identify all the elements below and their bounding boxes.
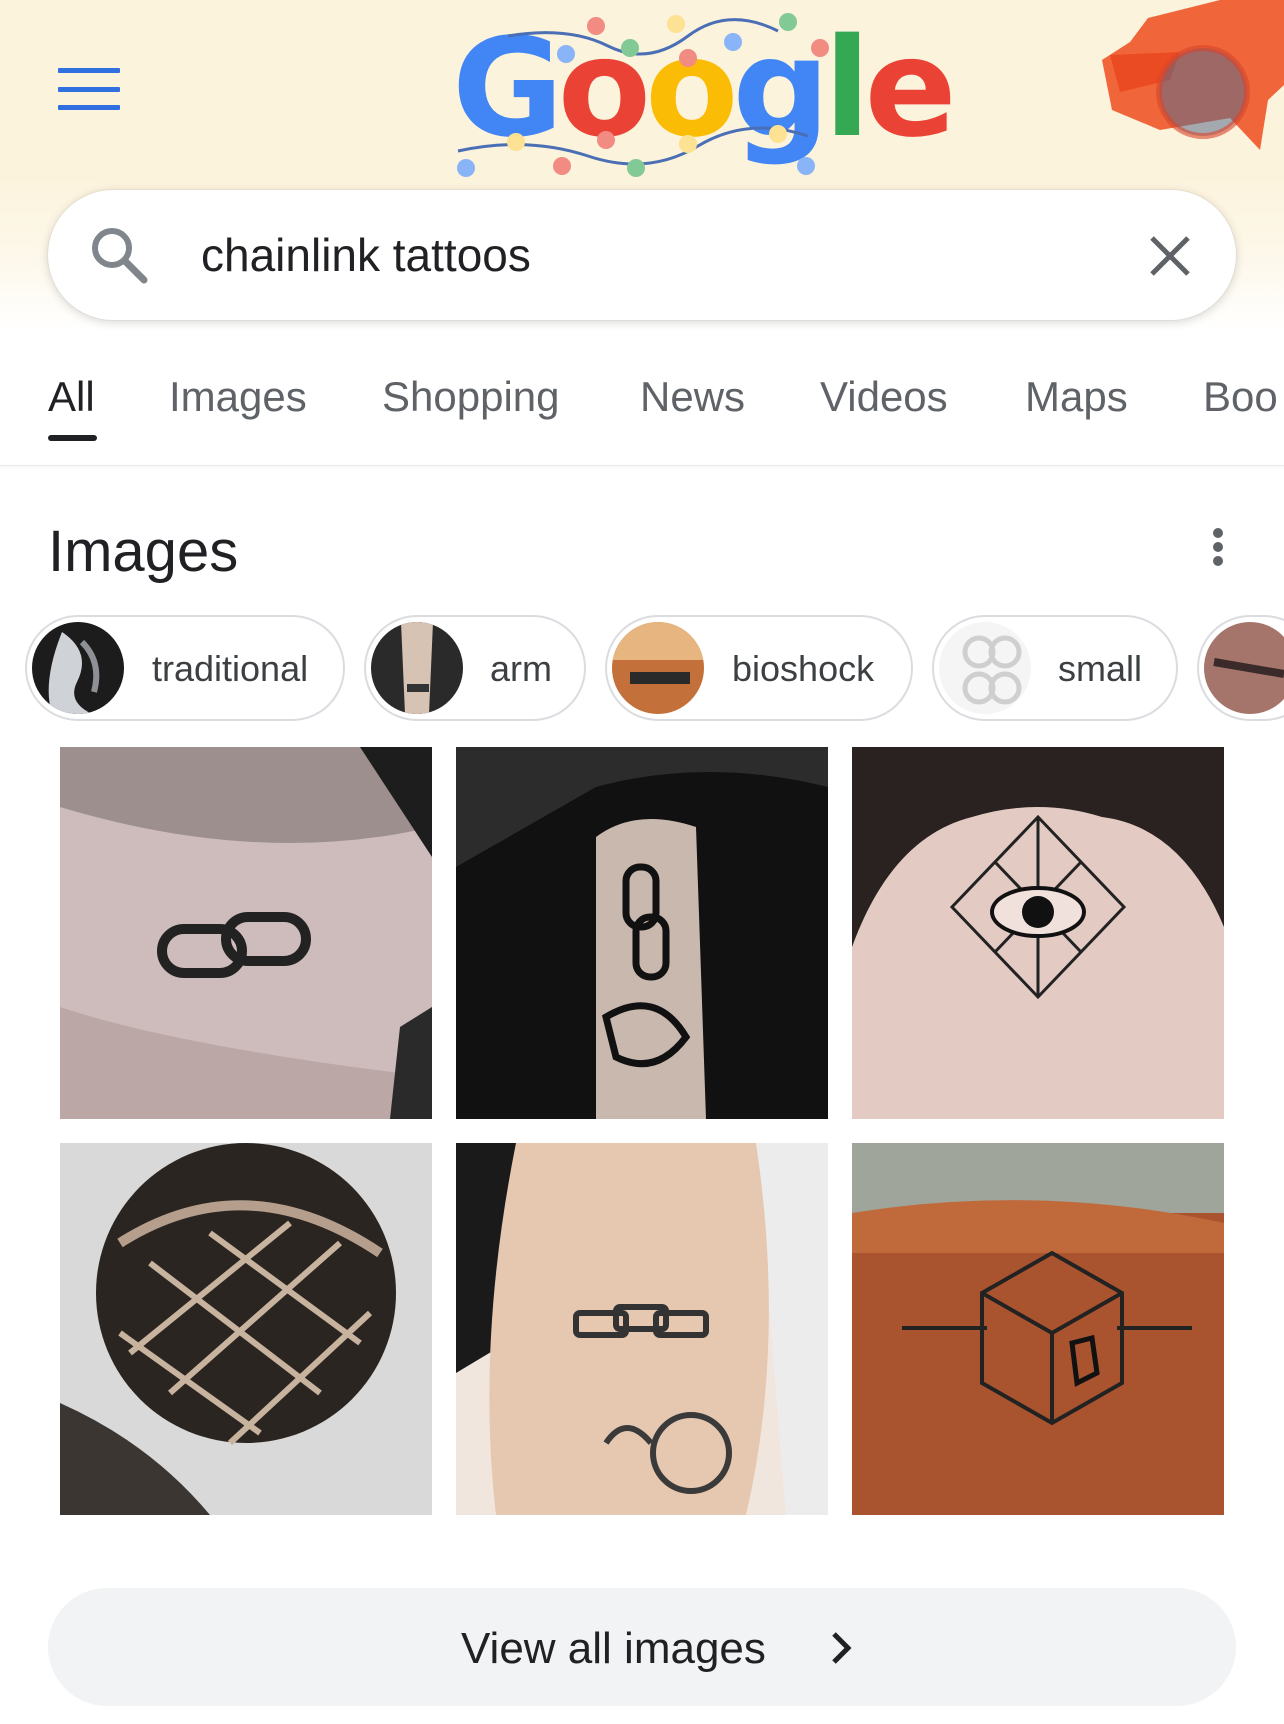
- chip-thumbnail: [32, 622, 124, 714]
- header: Google chainlink tattoos: [0, 0, 1284, 340]
- chip-small[interactable]: small: [932, 615, 1178, 721]
- chip-arm[interactable]: arm: [364, 615, 586, 721]
- chip-bioshock[interactable]: bioshock: [605, 615, 913, 721]
- view-all-images-button[interactable]: View all images: [48, 1588, 1236, 1706]
- search-icon[interactable]: [88, 224, 150, 286]
- tab-news[interactable]: News: [640, 371, 745, 423]
- chip-thumbnail: [939, 622, 1031, 714]
- search-bar[interactable]: chainlink tattoos: [48, 190, 1236, 320]
- chip-more[interactable]: [1197, 615, 1284, 721]
- chip-label: traditional: [152, 648, 309, 689]
- logo-letter-e: e: [864, 10, 957, 168]
- view-all-images-label: View all images: [461, 1624, 766, 1673]
- image-result-1[interactable]: [60, 747, 432, 1119]
- tab-videos[interactable]: Videos: [820, 371, 948, 423]
- search-tabs: All Images Shopping News Videos Maps Boo: [0, 345, 1284, 466]
- search-input[interactable]: chainlink tattoos: [201, 228, 531, 282]
- image-result-3[interactable]: [852, 747, 1224, 1119]
- image-result-4[interactable]: [60, 1143, 432, 1515]
- tab-maps[interactable]: Maps: [1025, 371, 1128, 423]
- close-icon[interactable]: [1146, 232, 1194, 280]
- chip-thumbnail: [612, 622, 704, 714]
- image-result-5[interactable]: [456, 1143, 828, 1515]
- tab-shopping[interactable]: Shopping: [382, 371, 560, 423]
- tab-images[interactable]: Images: [169, 371, 307, 423]
- hamburger-menu-icon[interactable]: [58, 68, 120, 110]
- active-tab-indicator: [48, 435, 97, 441]
- chip-traditional[interactable]: traditional: [25, 615, 345, 721]
- chip-thumbnail: [1204, 622, 1284, 714]
- chip-label: arm: [490, 648, 552, 689]
- image-result-2[interactable]: [456, 747, 828, 1119]
- chip-label: small: [1058, 648, 1143, 689]
- image-result-6[interactable]: [852, 1143, 1224, 1515]
- images-section-title: Images: [48, 519, 239, 584]
- account-avatar-icon[interactable]: [1100, 0, 1284, 150]
- chip-label: bioshock: [732, 648, 875, 689]
- chevron-right-icon: [832, 1632, 852, 1664]
- more-vert-icon[interactable]: [1206, 524, 1230, 568]
- string-lights-icon: [457, 13, 829, 177]
- chip-thumbnail: [371, 622, 463, 714]
- google-doodle-logo[interactable]: Google: [438, 6, 957, 186]
- tab-books[interactable]: Boo: [1203, 371, 1278, 423]
- tab-all[interactable]: All: [48, 371, 95, 423]
